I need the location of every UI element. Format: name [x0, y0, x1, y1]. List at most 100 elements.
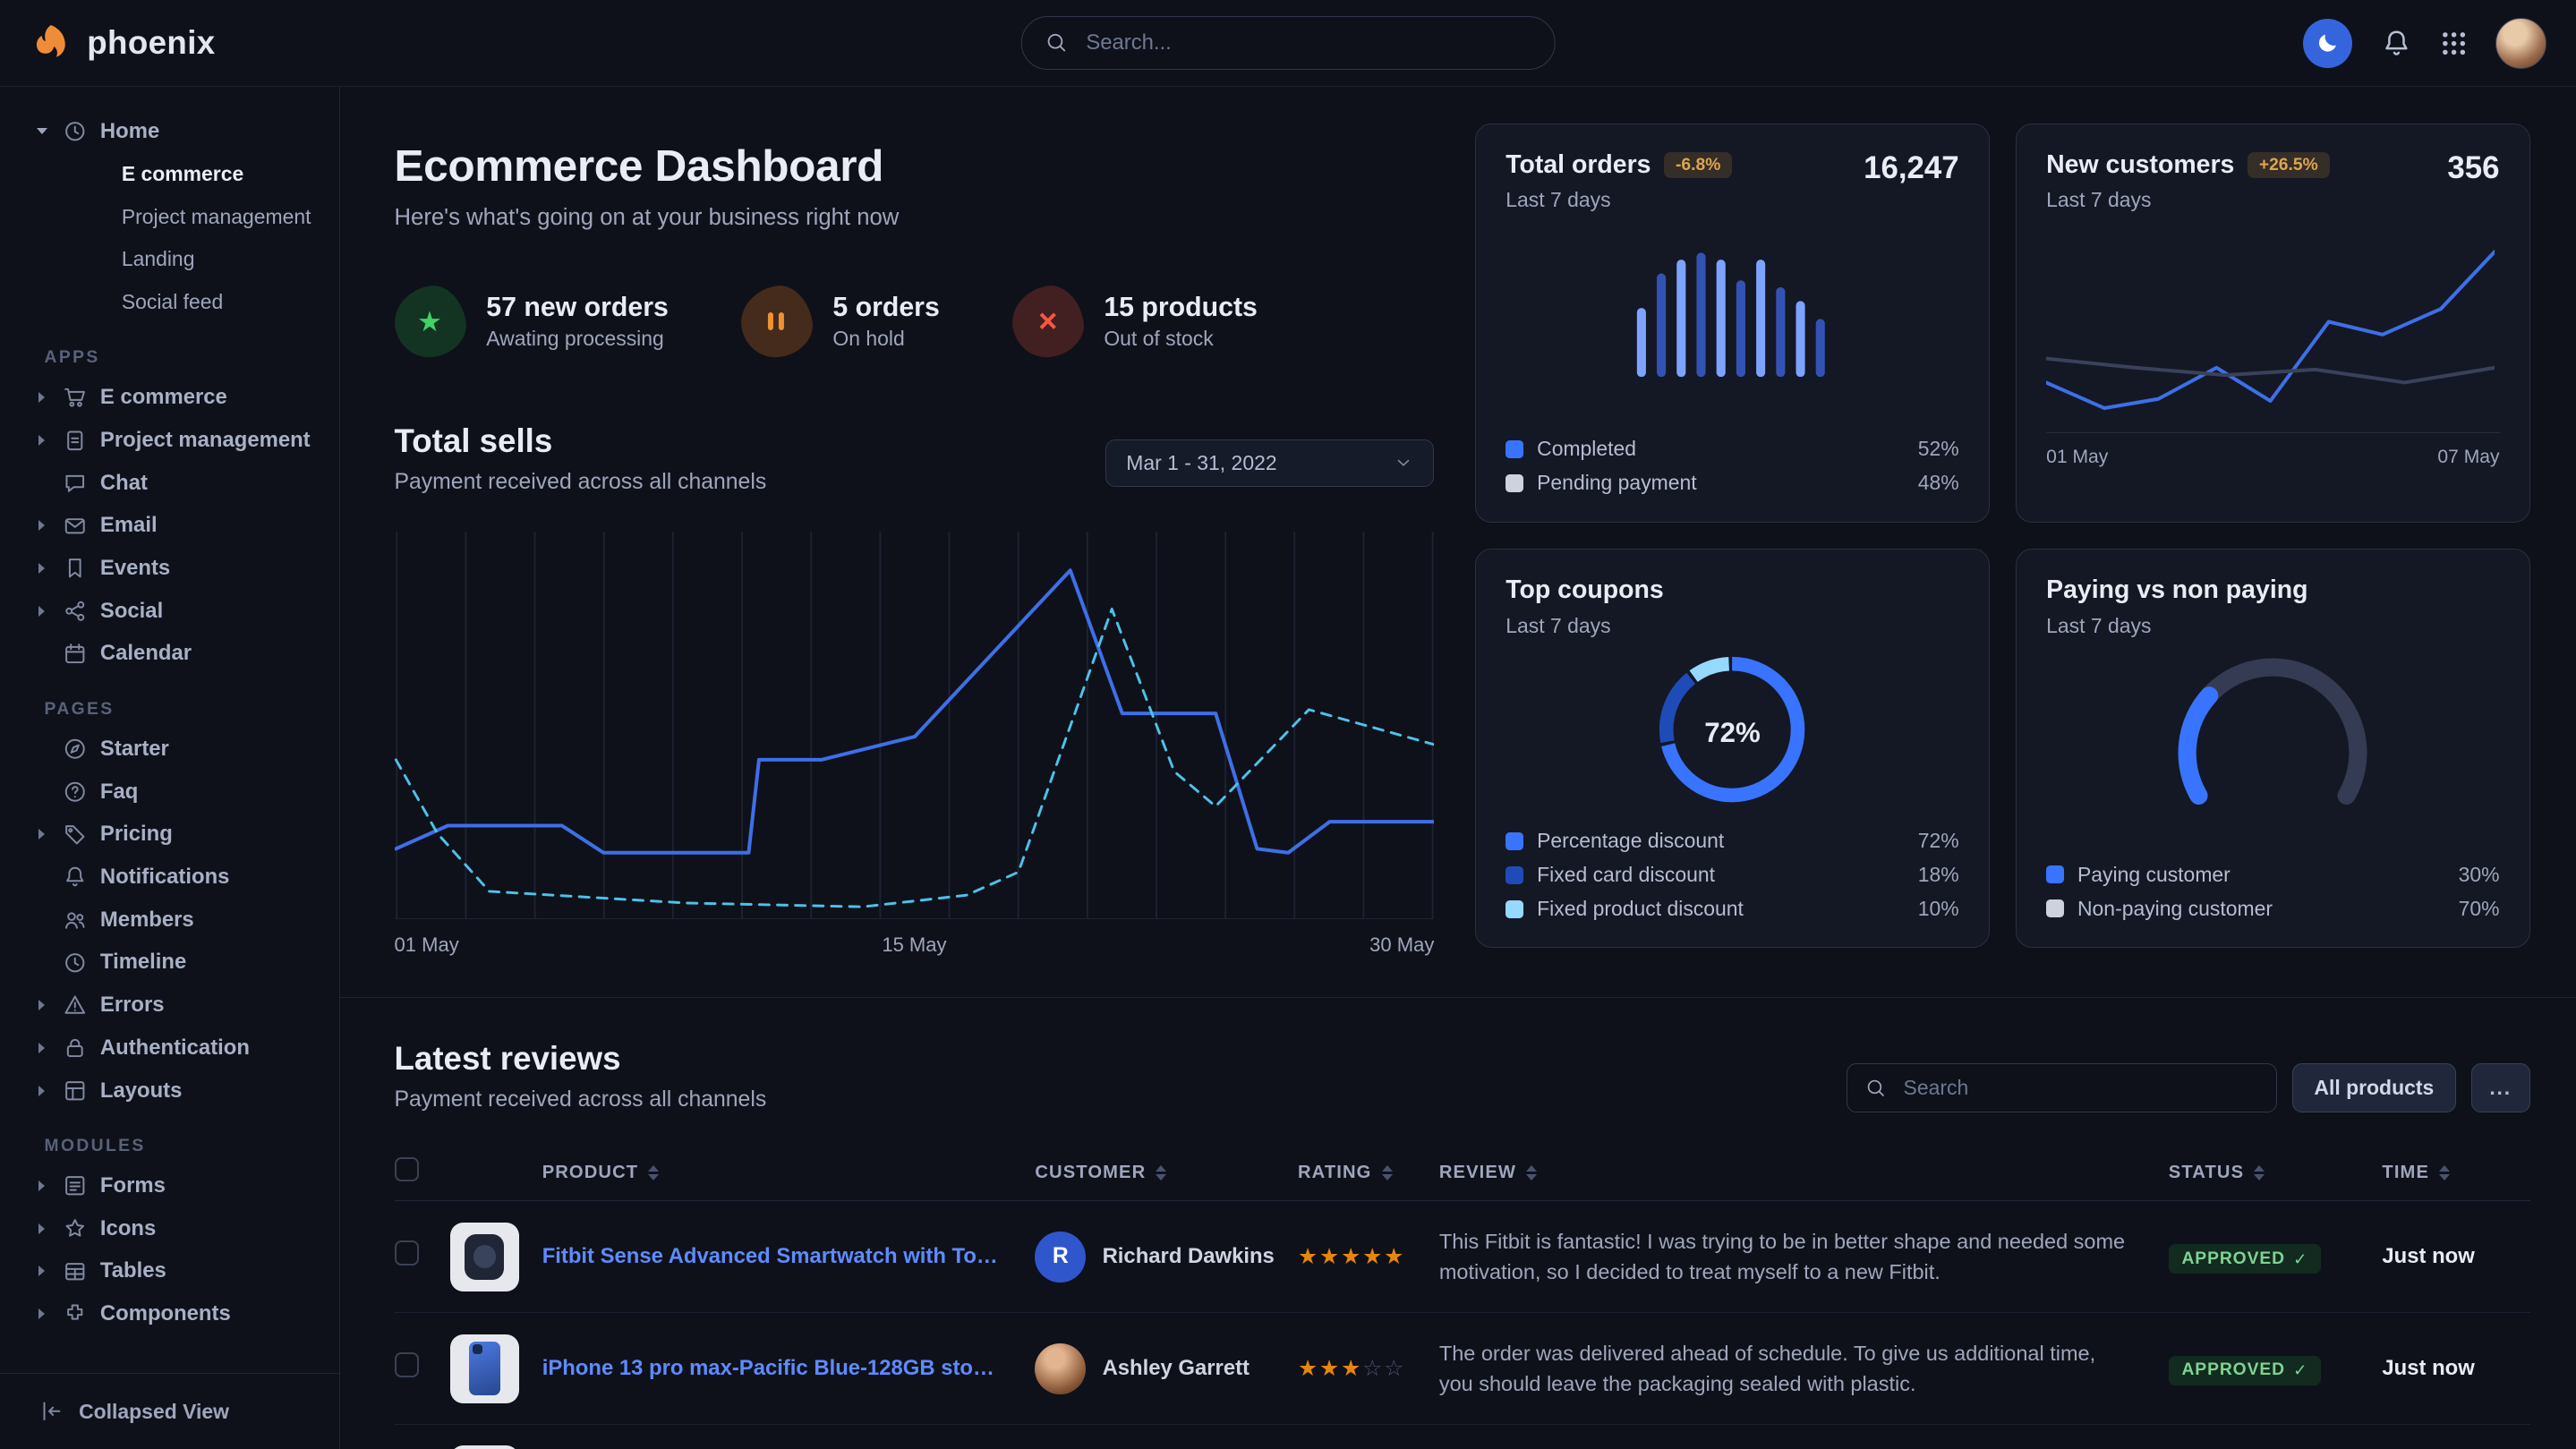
sidebar-item-social-feed[interactable]: Social feed — [0, 281, 339, 324]
page-subtitle: Here's what's going on at your business … — [395, 205, 1435, 231]
sidebar-item-starter[interactable]: Starter — [0, 728, 339, 771]
sidebar-item-landing[interactable]: Landing — [0, 238, 339, 281]
sidebar-item-components[interactable]: Components — [0, 1292, 339, 1335]
more-options-button[interactable]: ... — [2471, 1063, 2530, 1112]
card-period: Last 7 days — [2046, 188, 2329, 212]
column-header-time[interactable]: TIME — [2382, 1163, 2529, 1183]
sidebar-item-icons[interactable]: Icons — [0, 1207, 339, 1250]
status-badge: APPROVED✓ — [2169, 1356, 2321, 1385]
sidebar-section-label: APPS — [45, 348, 339, 368]
clock-icon — [63, 119, 88, 144]
apps-grid-button[interactable] — [2440, 30, 2468, 57]
sidebar-item-project-management[interactable]: Project management — [0, 419, 339, 462]
grid-icon — [2440, 30, 2468, 57]
sidebar-item-forms[interactable]: Forms — [0, 1164, 339, 1207]
legend-value: 72% — [1918, 829, 1959, 853]
product-link[interactable]: iPhone 13 pro max-Pacific Blue-128GB sto… — [542, 1356, 1036, 1381]
mail-icon — [63, 514, 88, 539]
x-axis-label: 15 May — [882, 933, 946, 957]
sidebar-item-calendar[interactable]: Calendar — [0, 633, 339, 676]
sidebar-item-label: Timeline — [100, 950, 186, 975]
sort-icon — [1526, 1165, 1537, 1181]
sidebar-item-home[interactable]: Home — [0, 110, 339, 153]
caret-right-icon — [35, 1266, 50, 1276]
sidebar-item-email[interactable]: Email — [0, 504, 339, 547]
sidebar-item-notifications[interactable]: Notifications — [0, 856, 339, 899]
legend-item: Percentage discount 72% — [1506, 829, 1958, 853]
star-icon: ★ — [388, 281, 470, 362]
stat-value: 57 new orders — [486, 293, 669, 323]
sidebar-item-e-commerce[interactable]: E commerce — [0, 153, 339, 196]
sidebar-item-timeline[interactable]: Timeline — [0, 942, 339, 984]
compass-icon — [63, 737, 88, 762]
reviews-search-input[interactable] — [1900, 1074, 2258, 1102]
column-header-customer[interactable]: CUSTOMER — [1035, 1163, 1298, 1183]
sidebar-item-e-commerce[interactable]: E commerce — [0, 376, 339, 419]
sidebar-item-errors[interactable]: Errors — [0, 984, 339, 1027]
sidebar-item-authentication[interactable]: Authentication — [0, 1027, 339, 1070]
customer-name: Ashley Garrett — [1103, 1356, 1250, 1381]
legend-label: Fixed card discount — [1537, 863, 1715, 887]
sidebar-item-project-management[interactable]: Project management — [0, 195, 339, 238]
sidebar-item-label: Project management — [100, 428, 311, 453]
row-checkbox[interactable] — [395, 1240, 420, 1266]
card-title: Paying vs non paying — [2046, 575, 2307, 605]
app-window: phoenix HomeE commerceProject management… — [0, 0, 2576, 1449]
reviews-search[interactable] — [1847, 1063, 2277, 1112]
bell-icon — [63, 865, 88, 890]
legend-item: Paying customer 30% — [2046, 863, 2499, 887]
latest-reviews-section: Latest reviews Payment received across a… — [340, 998, 2576, 1449]
all-products-button[interactable]: All products — [2292, 1063, 2457, 1112]
moon-icon — [2316, 30, 2341, 55]
sidebar-item-label: Notifications — [100, 865, 230, 890]
global-search[interactable] — [1021, 16, 1556, 71]
column-header-status[interactable]: STATUS — [2169, 1163, 2383, 1183]
sidebar-item-pricing[interactable]: Pricing — [0, 813, 339, 856]
users-icon — [63, 908, 88, 933]
total-orders-bar-chart — [1635, 239, 1830, 377]
sidebar: HomeE commerceProject managementLandingS… — [0, 87, 340, 1449]
sidebar-item-faq[interactable]: Faq — [0, 771, 339, 814]
collapsed-view-button[interactable]: Collapsed View — [0, 1373, 339, 1448]
sidebar-item-tables[interactable]: Tables — [0, 1250, 339, 1293]
legend-swatch — [1506, 832, 1523, 850]
legend-swatch — [1506, 474, 1523, 492]
column-header-product[interactable]: PRODUCT — [542, 1163, 1036, 1183]
notifications-button[interactable] — [2381, 28, 2412, 59]
product-image — [450, 1334, 519, 1403]
x-axis-label: 30 May — [1369, 933, 1434, 957]
legend-label: Fixed product discount — [1537, 897, 1744, 921]
sidebar-item-label: Events — [100, 556, 170, 581]
caret-right-icon — [35, 1308, 50, 1319]
question-icon — [63, 780, 88, 805]
sidebar-item-label: E commerce — [100, 385, 227, 410]
sidebar-item-chat[interactable]: Chat — [0, 462, 339, 505]
sidebar-item-events[interactable]: Events — [0, 547, 339, 590]
card-title: Top coupons — [1506, 575, 1663, 605]
sidebar-item-members[interactable]: Members — [0, 899, 339, 942]
sidebar-item-label: Calendar — [100, 641, 192, 666]
top-navbar: phoenix — [0, 0, 2576, 87]
warning-icon — [63, 993, 88, 1018]
select-all-checkbox[interactable] — [395, 1157, 420, 1182]
total-sells-subtitle: Payment received across all channels — [395, 470, 767, 495]
column-header-rating[interactable]: RATING — [1298, 1163, 1439, 1183]
product-link[interactable]: Fitbit Sense Advanced Smartwatch with To… — [542, 1244, 1036, 1269]
table-header: PRODUCT CUSTOMER RATING REVIEW STATUS TI… — [395, 1146, 2530, 1201]
column-header-review[interactable]: REVIEW — [1439, 1163, 2169, 1183]
user-avatar[interactable] — [2495, 18, 2546, 69]
delta-badge: -6.8% — [1664, 152, 1732, 178]
global-search-input[interactable] — [1083, 29, 1531, 57]
theme-toggle-button[interactable] — [2303, 19, 2352, 68]
clock-icon — [63, 950, 88, 976]
sidebar-item-label: Chat — [100, 471, 148, 496]
customer-avatar — [1035, 1343, 1086, 1394]
sidebar-item-social[interactable]: Social — [0, 590, 339, 633]
sidebar-item-layouts[interactable]: Layouts — [0, 1070, 339, 1112]
brand[interactable]: phoenix — [30, 21, 216, 64]
caret-right-icon — [35, 520, 50, 531]
date-range-select[interactable]: Mar 1 - 31, 2022 — [1105, 439, 1434, 487]
chevron-down-icon — [1394, 453, 1413, 473]
reviews-table: PRODUCT CUSTOMER RATING REVIEW STATUS TI… — [395, 1146, 2530, 1449]
row-checkbox[interactable] — [395, 1352, 420, 1377]
